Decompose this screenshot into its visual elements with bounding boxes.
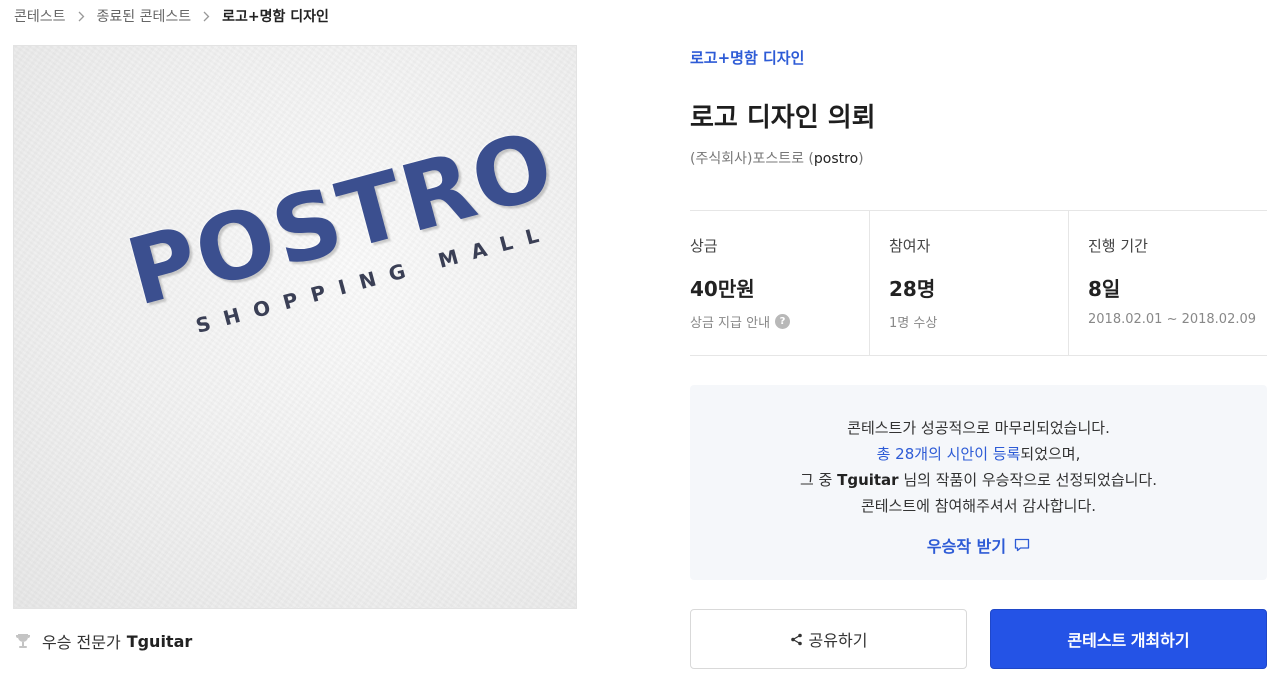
stat-period-value: 8일 <box>1088 277 1121 301</box>
stat-period-label: 진행 기간 <box>1088 237 1148 255</box>
share-label: 공유하기 <box>808 633 868 650</box>
notice-line-1: 콘테스트가 성공적으로 마무리되었습니다. <box>847 419 1110 437</box>
contest-stats: 상금 40만원 상금 지급 안내 ? 참여자 28명 1명 수상 진행 기간 8… <box>690 210 1267 356</box>
notice-line-2-rest: 되었으며, <box>1020 445 1081 463</box>
company-name: (주식회사)포스트로 (postro) <box>690 148 864 168</box>
stat-participants-sub: 1명 수상 <box>889 316 938 331</box>
stat-period: 진행 기간 8일 2018.02.01 ~ 2018.02.09 <box>1068 211 1267 355</box>
stat-participants: 참여자 28명 1명 수상 <box>869 211 1068 355</box>
submissions-link[interactable]: 총 28개의 시안이 등록 <box>877 445 1021 463</box>
share-icon <box>790 633 802 645</box>
notice-line-3-rest: 님의 작품이 우승작으로 선정되었습니다. <box>898 471 1158 489</box>
prize-payment-info[interactable]: 상금 지급 안내 ? <box>690 312 869 331</box>
chat-icon <box>1014 538 1030 552</box>
trophy-icon <box>16 634 30 648</box>
notice-line-3-prefix: 그 중 <box>799 471 838 489</box>
receive-winning-work-label: 우승작 받기 <box>926 537 1007 556</box>
breadcrumb-ended-contests[interactable]: 종료된 콘테스트 <box>97 6 192 26</box>
stat-prize: 상금 40만원 상금 지급 안내 ? <box>690 211 869 355</box>
company-suffix: ) <box>858 151 864 167</box>
contest-title: 로고 디자인 의뢰 <box>690 103 876 133</box>
notice-line-3: 그 중 Tguitar 님의 작품이 우승작으로 선정되었습니다. <box>690 467 1267 493</box>
winner-label: 우승 전문가 <box>42 633 121 652</box>
company-prefix: (주식회사)포스트로 ( <box>690 151 814 167</box>
chevron-right-icon <box>78 11 85 22</box>
winning-design-image[interactable]: POSTRO SHOPPING MALL <box>13 45 577 609</box>
help-icon[interactable]: ? <box>775 314 791 329</box>
share-button[interactable]: 공유하기 <box>690 609 967 669</box>
winner-name[interactable]: Tguitar <box>127 632 193 651</box>
host-contest-button[interactable]: 콘테스트 개최하기 <box>990 609 1267 669</box>
stat-participants-label: 참여자 <box>889 237 931 255</box>
stat-participants-value: 28명 <box>889 277 936 301</box>
contest-category[interactable]: 로고+명함 디자인 <box>690 47 804 68</box>
stat-prize-value: 40만원 <box>690 277 755 301</box>
receive-winning-work-button[interactable]: 우승작 받기 <box>927 533 1030 557</box>
stat-prize-label: 상금 <box>690 237 718 255</box>
breadcrumb-contest[interactable]: 콘테스트 <box>14 6 66 26</box>
contest-result-notice: 콘테스트가 성공적으로 마무리되었습니다. 총 28개의 시안이 등록되었으며,… <box>690 385 1267 580</box>
winner-info: 우승 전문가 Tguitar <box>14 630 192 652</box>
notice-winner-name: Tguitar <box>837 471 899 489</box>
stat-period-dates: 2018.02.01 ~ 2018.02.09 <box>1088 312 1257 327</box>
breadcrumb: 콘테스트 종료된 콘테스트 로고+명함 디자인 <box>14 6 329 26</box>
notice-line-2: 총 28개의 시안이 등록되었으며, <box>690 441 1267 467</box>
breadcrumb-current: 로고+명함 디자인 <box>222 9 329 25</box>
prize-payment-info-label: 상금 지급 안내 <box>690 316 771 331</box>
chevron-right-icon <box>203 11 210 22</box>
notice-line-4: 콘테스트에 참여해주셔서 감사합니다. <box>860 497 1097 515</box>
company-handle[interactable]: postro <box>814 151 858 167</box>
